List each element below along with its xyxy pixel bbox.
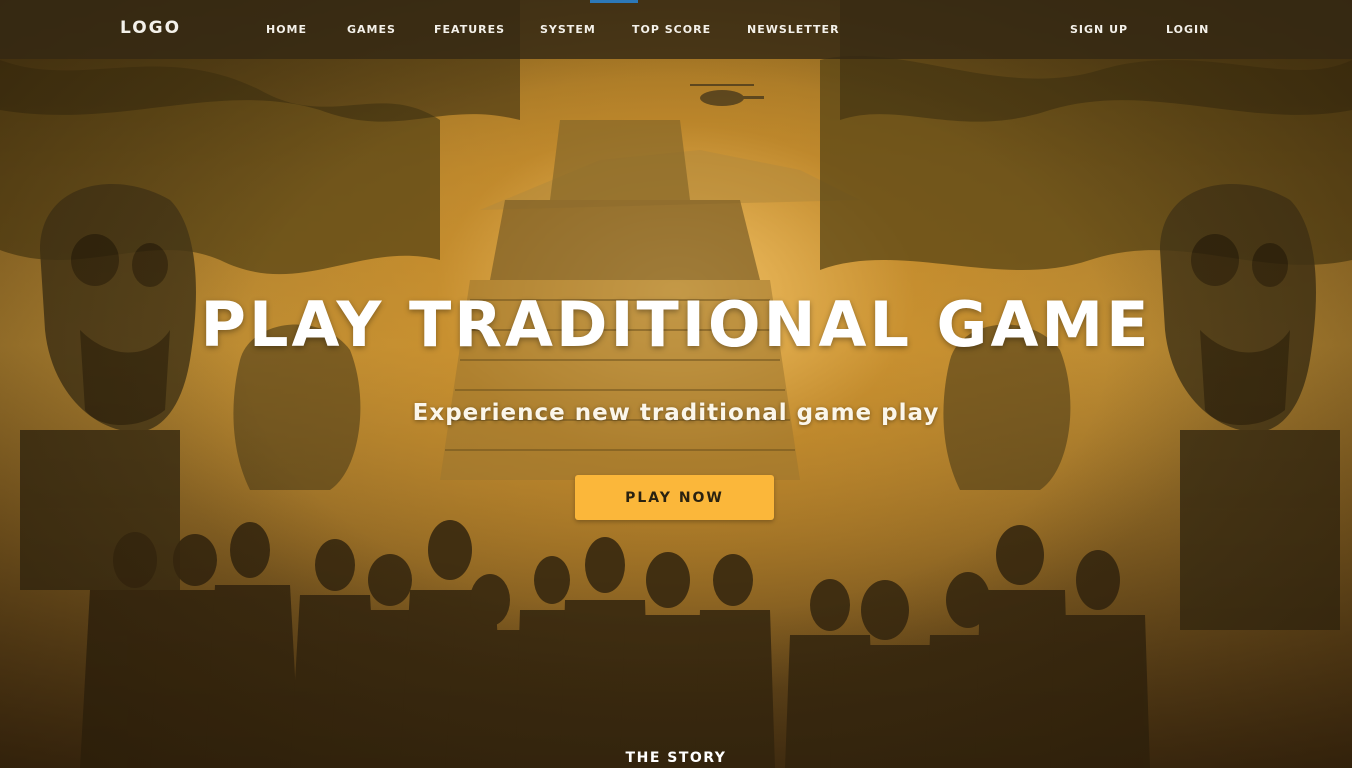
login-link[interactable]: LOGIN [1166, 23, 1209, 36]
nav-games[interactable]: GAMES [347, 23, 396, 36]
top-navbar: LOGO HOME GAMES FEATURES SYSTEM TOP SCOR… [0, 0, 1352, 59]
sign-up-link[interactable]: SIGN UP [1070, 23, 1128, 36]
nav-newsletter[interactable]: NEWSLETTER [747, 23, 840, 36]
play-now-button[interactable]: PLAY NOW [575, 475, 774, 520]
hero-title: PLAY TRADITIONAL GAME [200, 288, 1152, 361]
the-story-section-label[interactable]: THE STORY [0, 750, 1352, 766]
hero-background-image [0, 0, 1352, 768]
nav-top-score[interactable]: TOP SCORE [632, 23, 711, 36]
nav-features[interactable]: FEATURES [434, 23, 505, 36]
hero-subtitle: Experience new traditional game play [412, 400, 940, 426]
site-logo[interactable]: LOGO [120, 18, 181, 38]
jungle-temple-illustration [0, 0, 1352, 768]
nav-home[interactable]: HOME [266, 23, 307, 36]
active-nav-marker [590, 0, 638, 3]
nav-system[interactable]: SYSTEM [540, 23, 596, 36]
